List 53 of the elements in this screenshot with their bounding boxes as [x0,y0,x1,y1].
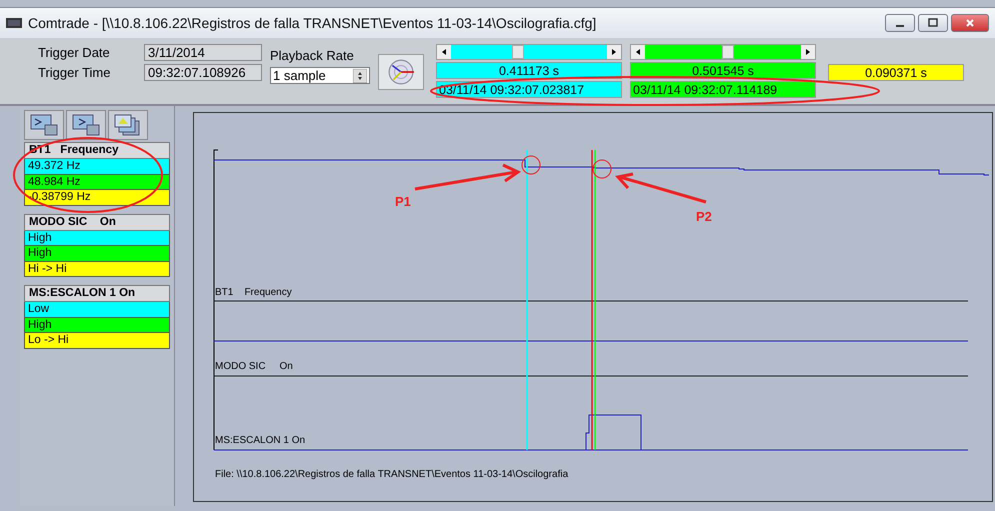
channel-value: Lo -> Hi [24,333,170,348]
right-arrow-icon[interactable] [611,49,617,55]
trigger-time-field: 09:32:07.108926 [144,64,262,81]
time-difference: 0.090371 s [828,64,964,81]
annotation-label: P2 [696,209,712,224]
annotation-circle [592,160,612,178]
close-icon [965,18,975,28]
channel-value: 49.372 Hz [24,159,170,174]
cursor-one-button[interactable] [24,110,64,140]
channel-value: High [24,246,170,262]
spinner-arrows-icon[interactable] [353,68,367,82]
channel-value: -0.38799 Hz [24,190,170,206]
annotation-label: P1 [395,194,411,209]
channel-value: High [24,230,170,246]
minimize-button[interactable] [885,14,915,32]
maximize-button[interactable] [918,14,948,32]
step-pulse [586,414,642,450]
trace-label: BT1 Frequency [215,287,292,298]
window-arrow-icon [29,113,59,137]
cursor-seconds: 0.411173 s [436,62,622,79]
cursor-timestamp: 03/11/14 09:32:07.114189 [630,81,816,98]
close-button[interactable] [951,14,989,32]
app-icon [6,18,22,28]
channel-value: High [24,318,170,333]
trigger-date-field: 3/11/2014 [144,44,262,61]
window-arrow-icon [71,113,101,137]
layers-button[interactable] [108,110,148,140]
channel-header: MODO SIC On [24,214,170,230]
cursor-two-button[interactable] [66,110,106,140]
playback-rate-spinner[interactable]: 1 sample [270,67,370,84]
maximize-icon [928,18,938,28]
trigger-time-label: Trigger Time [38,65,112,80]
cursor-seconds: 0.501545 s [630,62,816,79]
channel-value: 48.984 Hz [24,174,170,190]
scrollbar-thumb[interactable] [512,45,524,59]
trace-label: MS:ESCALON 1 On [215,435,306,446]
cursor-scrollbar[interactable] [630,44,816,60]
window-title: Comtrade - [\\10.8.106.22\Registros de falla TRANSNET\Eventos 11-03-14\Oscilografia.cfg] [28,15,596,31]
channel-value: Low [24,302,170,318]
phasor-button[interactable] [378,54,424,90]
scrollbar-thumb[interactable] [722,45,734,59]
right-arrow-icon[interactable] [805,49,811,55]
channel-value: Hi -> Hi [24,262,170,277]
trigger-date-label: Trigger Date [38,45,111,60]
channel-header: MS:ESCALON 1 On [24,285,170,302]
cursor-scrollbar[interactable] [436,44,622,60]
file-path: File: \\10.8.106.22\Registros de falla TRANSNET\Eventos 11-03-14\Oscilografia [215,469,568,480]
playback-rate-label: Playback Rate [270,48,355,63]
annotation-circle [522,156,540,174]
left-arrow-icon[interactable] [635,49,641,55]
left-arrow-icon[interactable] [441,49,447,55]
minimize-icon [896,25,904,27]
trace-label: MODO SIC On [215,361,293,372]
